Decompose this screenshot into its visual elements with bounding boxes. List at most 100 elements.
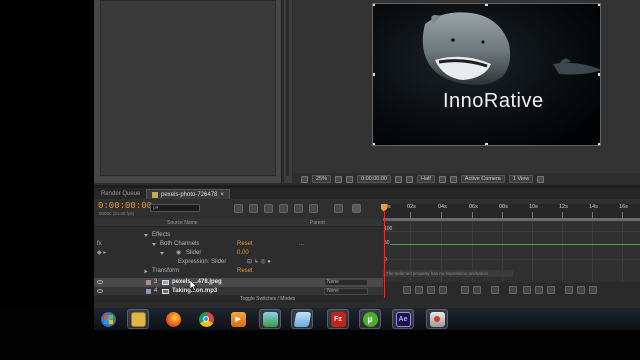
transparency-grid-icon[interactable] bbox=[449, 175, 457, 183]
toggle-pixel-aspect-icon[interactable] bbox=[537, 175, 545, 183]
fit-selection-icon[interactable] bbox=[461, 286, 469, 294]
transform-handle[interactable] bbox=[373, 4, 375, 6]
column-parent[interactable]: Parent bbox=[310, 220, 325, 226]
transform-handle[interactable] bbox=[485, 143, 488, 145]
always-preview-icon[interactable] bbox=[301, 175, 308, 183]
speaker-icon[interactable] bbox=[97, 289, 103, 293]
hold-keyframe-icon[interactable] bbox=[523, 286, 531, 294]
parent-dropdown[interactable]: None bbox=[324, 279, 368, 286]
taskbar-photo-app[interactable] bbox=[259, 309, 281, 329]
hide-shy-layers-icon[interactable] bbox=[264, 204, 273, 213]
chevron-down-icon[interactable] bbox=[144, 234, 148, 237]
snap-icon[interactable] bbox=[439, 286, 447, 294]
easy-ease-icon[interactable] bbox=[565, 286, 573, 294]
tab-render-queue[interactable]: Render Queue bbox=[96, 189, 145, 199]
keyframe-nav-icon[interactable]: ◆ ▸ bbox=[97, 249, 106, 258]
transform-handle[interactable] bbox=[373, 143, 375, 145]
toggle-switches-bar[interactable]: Toggle Switches / Modes bbox=[94, 295, 383, 303]
edit-keyframe-icon[interactable] bbox=[509, 286, 517, 294]
timecode-display[interactable]: 0:00:00:00 bbox=[98, 201, 152, 211]
stopwatch-icon[interactable]: ◉ bbox=[176, 249, 181, 258]
column-source-name[interactable]: Source Name bbox=[167, 220, 198, 226]
current-time-field[interactable]: 0:00:00:00 bbox=[357, 175, 392, 183]
expression-row[interactable]: Expression: Slider ⊟ ↳ ◎ ● bbox=[94, 258, 383, 267]
graph-editor-toolbar bbox=[383, 282, 640, 298]
playhead-line[interactable] bbox=[384, 210, 385, 298]
taskbar-after-effects[interactable]: Ae bbox=[392, 309, 414, 329]
label-color-swatch[interactable] bbox=[146, 289, 151, 294]
grid-line bbox=[383, 259, 640, 260]
brainstorm-icon[interactable] bbox=[309, 204, 318, 213]
effect-options[interactable]: ... bbox=[299, 240, 304, 249]
taskbar-filezilla[interactable]: Fz bbox=[327, 309, 349, 329]
reset-link[interactable]: Reset bbox=[237, 267, 253, 276]
reset-link[interactable]: Reset bbox=[237, 240, 253, 249]
timeline-search-input[interactable]: ρ▾ bbox=[150, 204, 200, 212]
photo-app-icon bbox=[262, 311, 278, 327]
safe-margins-icon[interactable] bbox=[335, 175, 343, 183]
transform-handle[interactable] bbox=[485, 4, 488, 6]
motion-blur-icon[interactable] bbox=[294, 204, 303, 213]
transform-box-icon[interactable] bbox=[427, 286, 435, 294]
start-button[interactable] bbox=[97, 309, 119, 329]
graph-options-icon[interactable] bbox=[415, 286, 423, 294]
fx-icon[interactable]: fx bbox=[97, 240, 102, 249]
transform-handle[interactable] bbox=[598, 143, 600, 145]
show-channel-icon[interactable] bbox=[406, 175, 414, 183]
time-ruler[interactable]: 0s 02s 04s 06s 08s 10s 12s 14s 16s bbox=[383, 204, 640, 218]
taskbar-firefox[interactable] bbox=[162, 309, 184, 329]
chevron-down-icon[interactable] bbox=[152, 243, 156, 246]
easy-ease-in-icon[interactable] bbox=[577, 286, 585, 294]
tab-composition[interactable]: pexels-photo-726478 × bbox=[146, 189, 230, 199]
taskbar-file-explorer[interactable] bbox=[127, 309, 149, 329]
separate-dimensions-icon[interactable] bbox=[491, 286, 499, 294]
frame-blending-icon[interactable] bbox=[279, 204, 288, 213]
value-graph-line[interactable] bbox=[390, 244, 640, 245]
effects-row[interactable]: Effects bbox=[94, 231, 383, 240]
label-color-swatch[interactable] bbox=[146, 280, 151, 285]
graph-editor-icon[interactable] bbox=[352, 204, 361, 213]
view-layout-dropdown[interactable]: 1 View bbox=[508, 175, 534, 183]
comp-mini-flowchart-icon[interactable] bbox=[234, 204, 243, 213]
slider-label: Slider bbox=[186, 250, 202, 256]
eye-icon[interactable] bbox=[403, 286, 411, 294]
auto-keyframe-icon[interactable] bbox=[334, 204, 343, 213]
parent-dropdown[interactable]: None bbox=[324, 288, 368, 295]
auto-bezier-icon[interactable] bbox=[547, 286, 555, 294]
camera-view-dropdown[interactable]: Active Camera bbox=[460, 175, 505, 183]
firefox-icon bbox=[165, 311, 181, 327]
panel-scrollbar[interactable] bbox=[286, 0, 289, 176]
composition-frame[interactable]: InnoRative bbox=[372, 3, 601, 146]
transform-handle[interactable] bbox=[598, 4, 600, 6]
taskbar-snipping-tool[interactable] bbox=[426, 309, 448, 329]
slider-value[interactable]: 0.00 bbox=[237, 249, 249, 258]
resolution-dropdown[interactable]: Half bbox=[417, 175, 435, 183]
expression-controls-icon[interactable]: ⊟ ↳ ◎ ● bbox=[247, 258, 271, 267]
layer-row[interactable]: 3 pexels-...478.jpeg None bbox=[94, 278, 383, 287]
taskbar-media-player[interactable]: ▶ bbox=[227, 309, 249, 329]
slider-row[interactable]: ◆ ▸ ◉ Slider 0.00 bbox=[94, 249, 383, 258]
shark-image bbox=[373, 4, 600, 145]
zoom-dropdown[interactable]: 25% bbox=[312, 175, 332, 183]
both-channels-row[interactable]: fx Both Channels Reset ... bbox=[94, 240, 383, 249]
close-icon[interactable]: × bbox=[220, 190, 224, 200]
mask-visibility-icon[interactable] bbox=[346, 175, 354, 183]
taskbar-utorrent[interactable]: µ bbox=[359, 309, 381, 329]
eye-icon[interactable] bbox=[97, 280, 103, 284]
transform-handle[interactable] bbox=[598, 73, 600, 76]
chevron-right-icon[interactable] bbox=[144, 269, 148, 274]
transform-row[interactable]: Transform Reset bbox=[94, 267, 383, 276]
easy-ease-out-icon[interactable] bbox=[589, 286, 597, 294]
taskbar-chrome[interactable] bbox=[195, 309, 217, 329]
draft-3d-icon[interactable] bbox=[249, 204, 258, 213]
fit-all-icon[interactable] bbox=[473, 286, 481, 294]
chevron-down-icon[interactable] bbox=[160, 252, 164, 255]
snapshot-icon[interactable] bbox=[395, 175, 403, 183]
utorrent-icon: µ bbox=[362, 311, 378, 327]
transform-handle[interactable] bbox=[373, 73, 375, 76]
linear-keyframe-icon[interactable] bbox=[535, 286, 543, 294]
comp-text-layer[interactable]: InnoRative bbox=[443, 90, 544, 113]
region-of-interest-icon[interactable] bbox=[438, 175, 446, 183]
taskbar-notepad[interactable] bbox=[291, 309, 313, 329]
toggle-switches-label[interactable]: Toggle Switches / Modes bbox=[240, 296, 295, 302]
